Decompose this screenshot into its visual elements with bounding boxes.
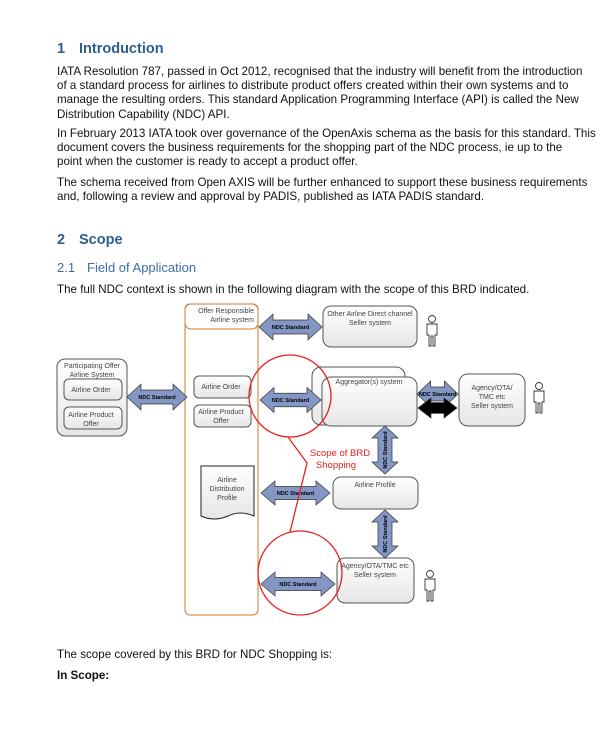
- arrow-label: NDC Standard: [279, 582, 316, 588]
- label: Offer: [83, 421, 99, 428]
- label: Offer: [213, 418, 229, 425]
- scope-connector: [287, 436, 308, 533]
- scope-label: Scope of BRD: [310, 448, 370, 459]
- label: Airline: [217, 477, 237, 484]
- person-icon: [424, 570, 436, 602]
- arrow-label: NDC Standard: [272, 398, 309, 404]
- arrow-label: NDC Standard: [383, 515, 389, 552]
- label: Agency/OTA/: [471, 385, 512, 392]
- label: Airline system: [210, 317, 254, 324]
- label: Participating Offer: [64, 363, 121, 370]
- label: Profile: [217, 495, 237, 502]
- label: Seller system: [349, 320, 391, 327]
- arrow-label: NDC Standard: [277, 491, 314, 497]
- person-icon: [533, 382, 545, 414]
- label: Other Airline Direct channel: [327, 311, 413, 318]
- label: Distribution: [209, 486, 244, 493]
- arrow-label: NDC Standard: [383, 431, 389, 468]
- person-icon: [426, 315, 438, 347]
- label: Aggregator(s) system: [336, 379, 403, 386]
- label: Airline Product: [68, 412, 114, 419]
- offer-responsible-container: [184, 303, 259, 616]
- arrow-label: NDC Standard: [419, 392, 456, 398]
- label: Airline System: [70, 372, 115, 379]
- label: Airline Order: [71, 387, 111, 394]
- arrow-label: NDC Standard: [272, 325, 309, 331]
- arrow-label: Proprietary: [423, 406, 453, 412]
- scope-text: The scope covered by this BRD for NDC Sh…: [57, 648, 333, 661]
- label: Airline Product: [198, 409, 244, 416]
- label: TMC etc: [479, 394, 506, 401]
- scope-label: Shopping: [316, 460, 356, 471]
- label: Seller system: [354, 572, 396, 579]
- label: Agency/OTA/TMC etc: [341, 563, 409, 570]
- ndc-context-diagram: Participating Offer Airline System Airli…: [56, 303, 545, 616]
- arrow-label: NDC Standard: [138, 395, 175, 401]
- in-scope-label: In Scope:: [57, 669, 110, 682]
- scope-circle: [257, 530, 343, 616]
- label: Airline Profile: [354, 482, 395, 489]
- label: Seller system: [471, 403, 513, 410]
- label: Airline Order: [201, 384, 241, 391]
- label: Offer Responsible: [198, 308, 254, 315]
